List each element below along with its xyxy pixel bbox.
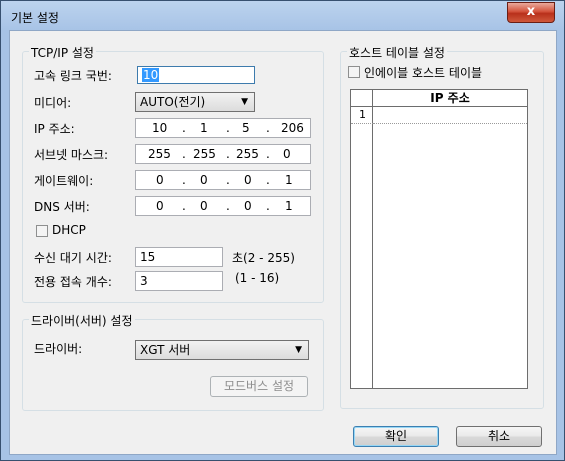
grid-corner <box>351 90 373 107</box>
subnet-dot: . <box>182 147 186 161</box>
ok-button[interactable]: 확인 <box>353 426 439 447</box>
subnet-octet: 255 <box>148 147 171 161</box>
gateway-field[interactable]: 0 . 0 . 0 . 1 <box>135 170 311 190</box>
host-table-group: 호스트 테이블 설정 인에이블 호스트 테이블 IP 주소 1 <box>340 44 544 409</box>
gateway-octet: 1 <box>285 173 293 187</box>
ip-dot: . <box>182 121 186 135</box>
driver-group-title: 드라이버(서버) 설정 <box>29 312 135 329</box>
ip-address-cell[interactable] <box>373 107 527 124</box>
host-table-grid[interactable]: IP 주소 1 <box>350 89 528 389</box>
subnet-octet: 0 <box>283 147 291 161</box>
tcpip-group: TCP/IP 설정 고속 링크 국번: 10 미디어: AUTO(전기) ▼ I… <box>22 44 324 303</box>
ip-octet: 206 <box>281 121 304 135</box>
link-station-value: 10 <box>142 68 160 82</box>
driver-label: 드라이버: <box>34 342 83 356</box>
subnet-mask-field[interactable]: 255 . 255 . 255 . 0 <box>135 144 311 164</box>
gateway-dot: . <box>226 173 230 187</box>
ip-dot: . <box>226 121 230 135</box>
enable-host-table-checkbox[interactable] <box>348 66 360 78</box>
subnet-octet: 255 <box>193 147 216 161</box>
column-header-ip[interactable]: IP 주소 <box>373 90 527 107</box>
gateway-dot: . <box>182 173 186 187</box>
media-label: 미디어: <box>34 96 72 110</box>
dns-server-field[interactable]: 0 . 0 . 0 . 1 <box>135 196 311 216</box>
dns-dot: . <box>266 199 270 213</box>
dns-server-label: DNS 서버: <box>34 200 90 214</box>
dns-octet: 0 <box>156 199 164 213</box>
dedicated-count-range: (1 - 16) <box>235 271 280 285</box>
dns-dot: . <box>226 199 230 213</box>
close-icon: x <box>526 4 536 19</box>
media-select[interactable]: AUTO(전기) ▼ <box>135 92 255 112</box>
media-select-value: AUTO(전기) <box>140 95 206 109</box>
ip-octet: 5 <box>242 121 250 135</box>
gateway-dot: . <box>266 173 270 187</box>
ip-address-field[interactable]: 10 . 1 . 5 . 206 <box>135 118 311 138</box>
subnet-octet: 255 <box>236 147 259 161</box>
subnet-dot: . <box>266 147 270 161</box>
dns-octet: 0 <box>200 199 208 213</box>
subnet-dot: . <box>226 147 230 161</box>
close-button[interactable]: x <box>507 2 555 23</box>
dhcp-checkbox[interactable] <box>36 225 48 237</box>
link-station-input[interactable]: 10 <box>137 66 255 84</box>
enable-host-table-label: 인에이블 호스트 테이블 <box>364 66 483 80</box>
host-table-group-title: 호스트 테이블 설정 <box>347 44 447 61</box>
row-header-cell[interactable] <box>351 107 373 124</box>
driver-select-value: XGT 서버 <box>140 343 191 357</box>
dhcp-label: DHCP <box>52 223 86 237</box>
driver-group: 드라이버(서버) 설정 드라이버: XGT 서버 ▼ 모드버스 설정 <box>22 312 324 411</box>
chevron-down-icon: ▼ <box>241 97 248 107</box>
dns-octet: 1 <box>285 199 293 213</box>
dialog-client-area: TCP/IP 설정 고속 링크 국번: 10 미디어: AUTO(전기) ▼ I… <box>9 30 557 455</box>
driver-select[interactable]: XGT 서버 ▼ <box>135 340 309 360</box>
window-title: 기본 설정 <box>11 11 59 25</box>
receive-wait-range: 초(2 - 255) <box>232 251 295 265</box>
dedicated-count-label: 전용 접속 개수: <box>34 275 112 289</box>
dedicated-count-input[interactable]: 3 <box>135 271 223 291</box>
receive-wait-input[interactable]: 15 <box>135 247 223 267</box>
title-bar[interactable]: 기본 설정 x <box>1 1 564 31</box>
chevron-down-icon: ▼ <box>295 345 302 355</box>
modbus-settings-button[interactable]: 모드버스 설정 <box>210 376 308 397</box>
dialog-window: 기본 설정 x TCP/IP 설정 고속 링크 국번: 10 미디어: AUTO… <box>0 0 565 461</box>
gateway-octet: 0 <box>156 173 164 187</box>
ip-octet: 1 <box>200 121 208 135</box>
row-header-column <box>351 90 373 388</box>
ip-address-label: IP 주소: <box>34 122 75 136</box>
dns-octet: 0 <box>244 199 252 213</box>
gateway-octet: 0 <box>244 173 252 187</box>
subnet-mask-label: 서브넷 마스크: <box>34 148 109 162</box>
gateway-label: 게이트웨이: <box>34 174 94 188</box>
tcpip-group-title: TCP/IP 설정 <box>29 44 96 61</box>
gateway-octet: 0 <box>200 173 208 187</box>
ip-dot: . <box>266 121 270 135</box>
receive-wait-label: 수신 대기 시간: <box>34 251 112 265</box>
ip-octet: 10 <box>152 121 168 135</box>
link-station-label: 고속 링크 국번: <box>34 69 112 83</box>
cancel-button[interactable]: 취소 <box>456 426 542 447</box>
dns-dot: . <box>182 199 186 213</box>
